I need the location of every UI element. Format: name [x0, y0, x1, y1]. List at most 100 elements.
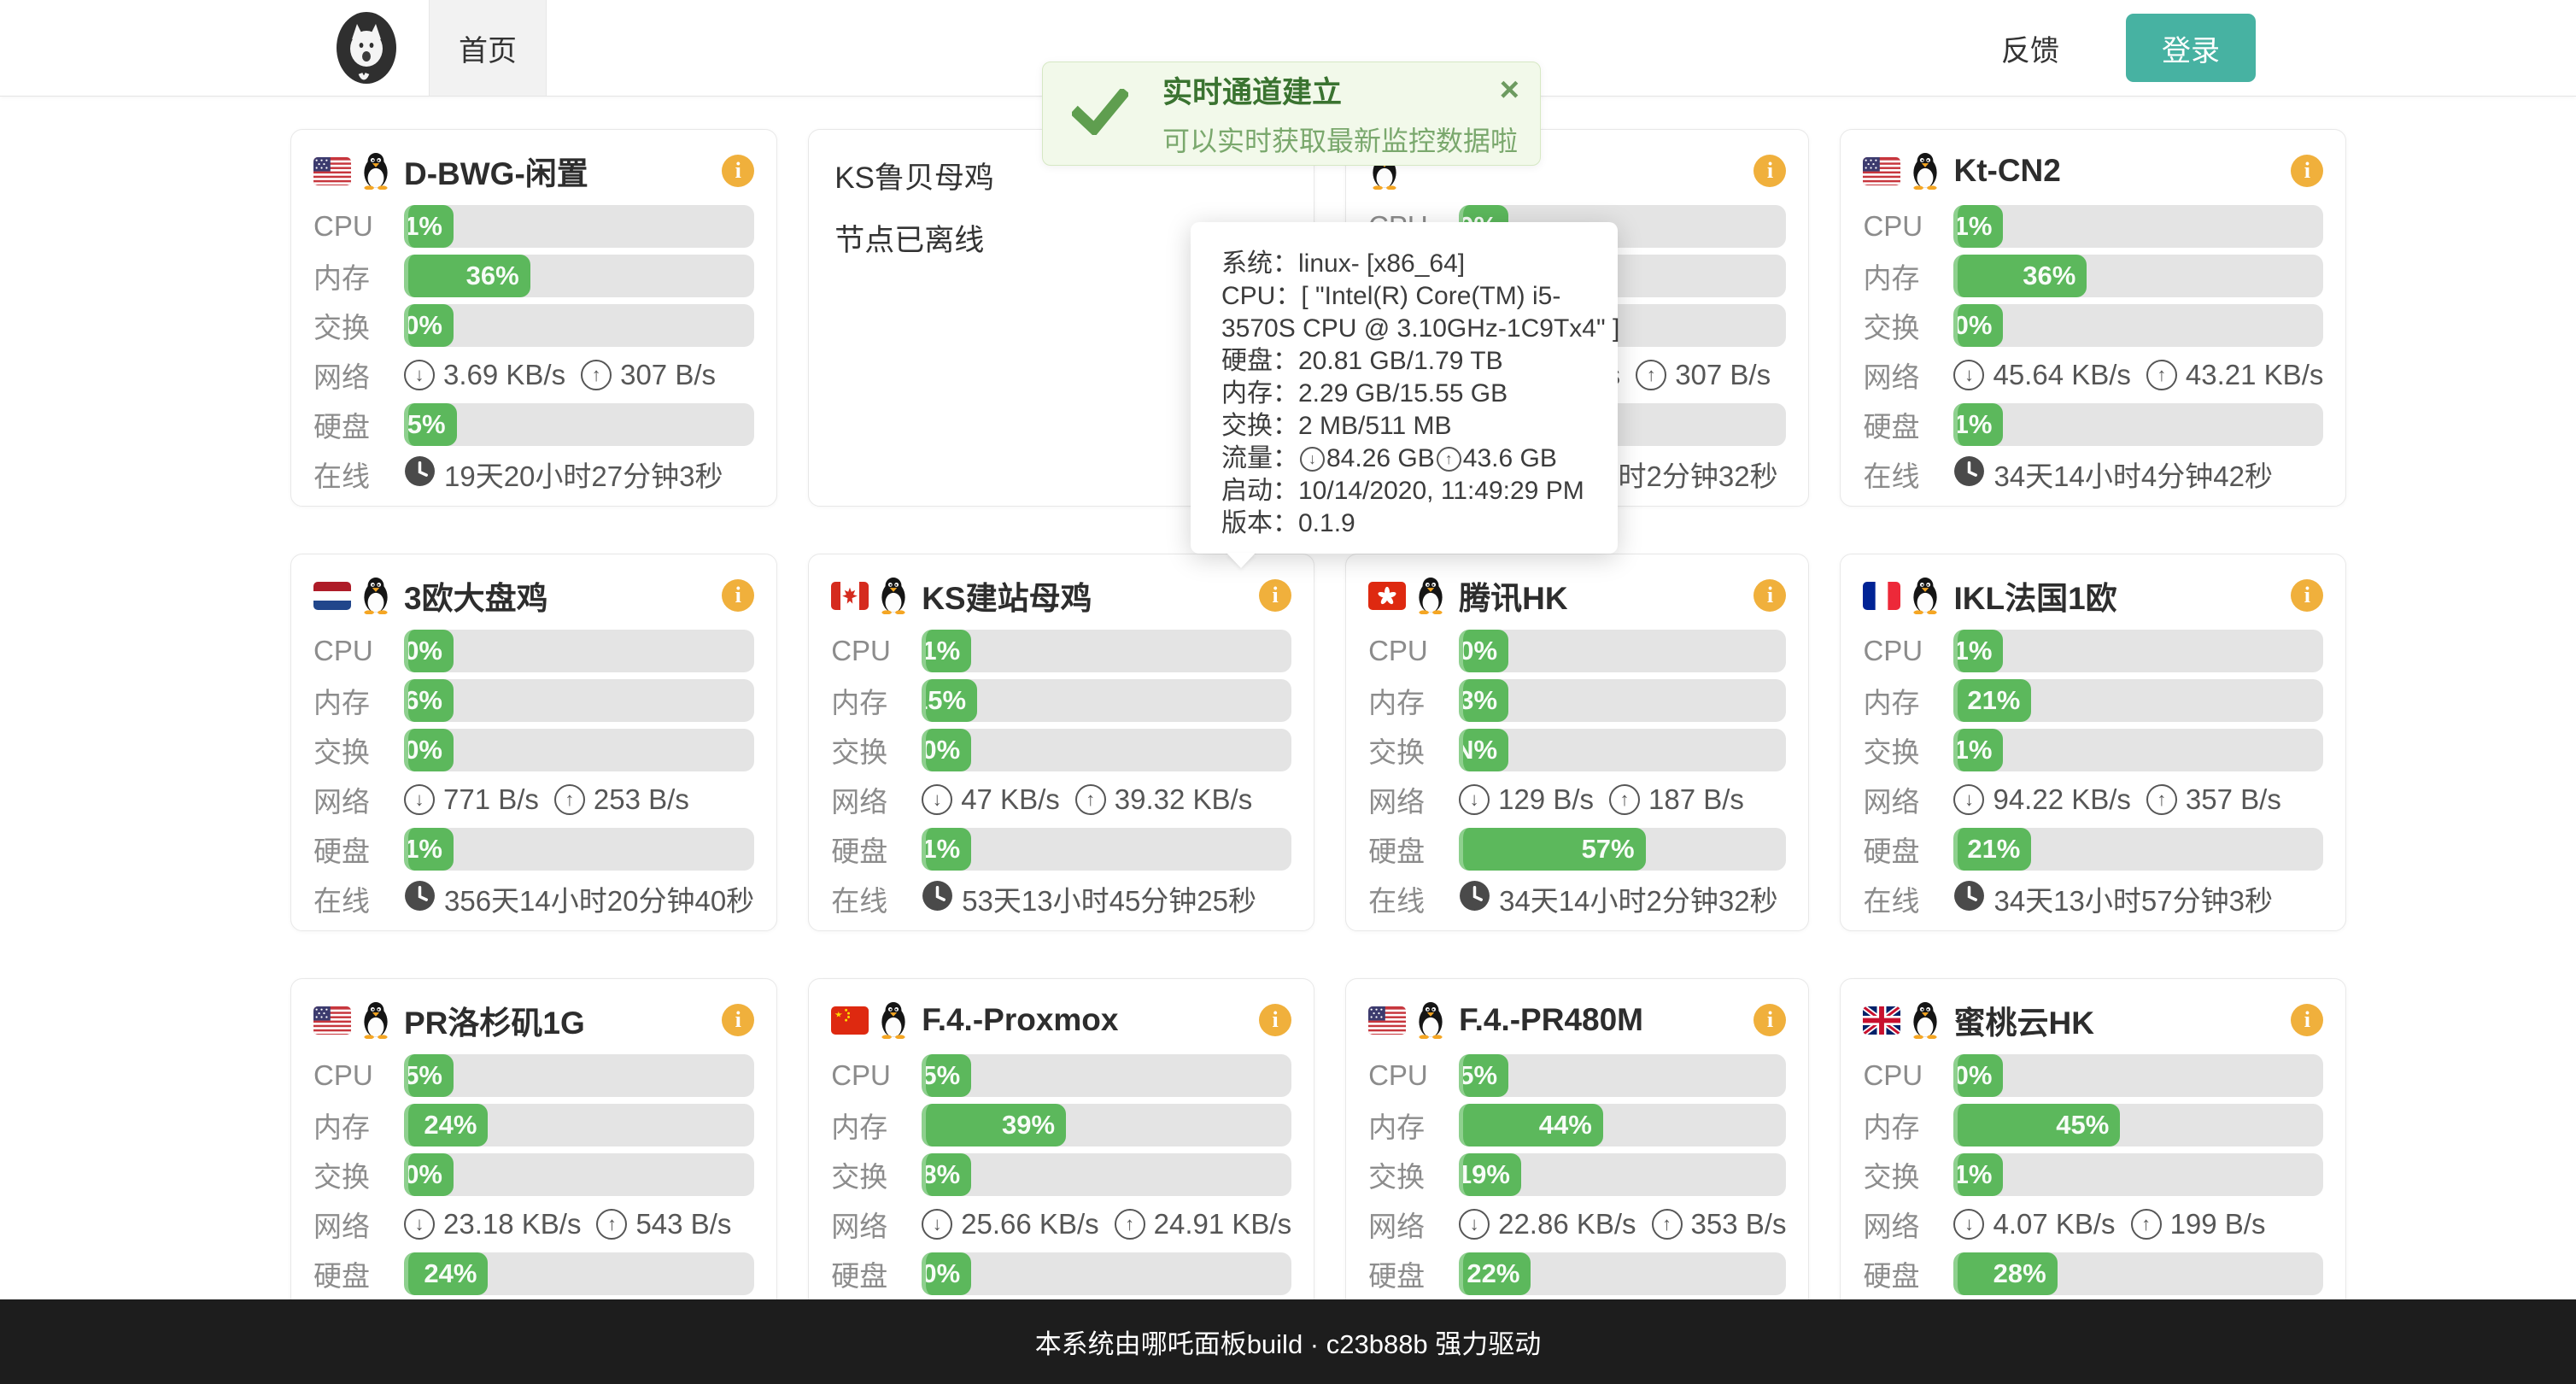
swap-row: 交换0%	[831, 729, 1291, 771]
upload-arrow-icon: ↑	[1437, 447, 1461, 472]
server-card-header: 腾讯HKi	[1368, 572, 1786, 619]
download-speed: 25.66 KB/s	[961, 1208, 1098, 1240]
info-icon[interactable]: i	[1259, 1004, 1291, 1036]
info-icon[interactable]: i	[1753, 155, 1786, 187]
progress-track: 11%	[1953, 403, 2323, 446]
us-flag-icon	[313, 1006, 351, 1035]
progress-track: 1%	[922, 630, 1291, 672]
progress-fill: 1%	[1953, 1153, 2003, 1196]
progress-fill: 10%	[922, 1252, 971, 1295]
info-icon[interactable]: i	[1753, 1004, 1786, 1036]
tooltip-line: 系统：linux- [x86_64]	[1221, 248, 1618, 280]
download-speed: 47 KB/s	[961, 783, 1060, 816]
stat-label: 交换	[313, 305, 404, 346]
progress-track: 45%	[1953, 1104, 2323, 1146]
feedback-link[interactable]: 反馈	[2001, 27, 2059, 69]
clock-icon	[404, 455, 436, 494]
uptime-row: 在线19天20小时27分钟3秒	[313, 453, 754, 496]
stat-label: 网络	[313, 355, 404, 396]
swap-row: 交换0%	[1863, 304, 2323, 347]
download-speed: 771 B/s	[443, 783, 539, 816]
disk-row: 硬盘28%	[1863, 1252, 2323, 1295]
stat-label: 硬盘	[1863, 404, 1953, 445]
cpu-row: CPU0%	[1863, 1054, 2323, 1097]
cpu-row: CPU1%	[831, 630, 1291, 672]
download-arrow-icon: ↓	[1459, 1209, 1490, 1240]
tooltip-value: [ "Intel(R) Core(TM) i5-	[1301, 280, 1560, 313]
stat-label: 内存	[313, 680, 404, 721]
upload-speed: 187 B/s	[1648, 783, 1744, 816]
download-speed: 94.22 KB/s	[1993, 783, 2130, 816]
server-card-header: 3欧大盘鸡i	[313, 572, 754, 619]
disk-row: 硬盘22%	[1368, 1252, 1786, 1295]
uptime-text: 19天20小时27分钟3秒	[444, 454, 723, 495]
cpu-row: CPU1%	[1863, 630, 2323, 672]
info-icon[interactable]: i	[2291, 155, 2323, 187]
progress-track: N%	[1459, 729, 1786, 771]
server-name: F.4.-PR480M	[1459, 1002, 1643, 1038]
upload-arrow-icon: ↑	[2131, 1209, 2162, 1240]
footer-panel-link[interactable]: 哪吒面板	[1141, 1322, 1247, 1361]
stat-label: 内存	[1368, 680, 1459, 721]
info-icon[interactable]: i	[722, 579, 754, 612]
stat-label: CPU	[1863, 635, 1953, 667]
uptime-row: 在线53天13小时45分钟25秒	[831, 877, 1291, 920]
server-name: KS建站母鸡	[922, 572, 1092, 619]
server-card: KS建站母鸡iCPU1%内存15%交换0%网络↓47 KB/s↑39.32 KB…	[808, 554, 1314, 931]
progress-fill: 1%	[1953, 630, 2003, 672]
server-name: D-BWG-闲置	[404, 148, 588, 194]
download-arrow-icon: ↓	[404, 1209, 435, 1240]
tooltip-line: 硬盘：20.81 GB/1.79 TB	[1221, 345, 1618, 378]
tab-home[interactable]: 首页	[429, 0, 547, 96]
progress-track: 36%	[1953, 255, 2323, 297]
tooltip-value: 2 MB/511 MB	[1298, 410, 1452, 443]
stat-label: 硬盘	[313, 404, 404, 445]
uptime-value: 356天14小时20分钟40秒	[404, 878, 754, 919]
info-icon[interactable]: i	[2291, 1004, 2323, 1036]
memory-row: 内存45%	[1863, 1104, 2323, 1146]
info-icon[interactable]: i	[722, 1004, 754, 1036]
tooltip-line: 内存：2.29 GB/15.55 GB	[1221, 378, 1618, 410]
stat-label: 内存	[1863, 255, 1953, 296]
download-arrow-icon: ↓	[922, 1209, 952, 1240]
memory-row: 内存24%	[313, 1104, 754, 1146]
toast-close-icon[interactable]: ×	[1500, 73, 1519, 107]
login-button[interactable]: 登录	[2126, 14, 2256, 82]
stat-label: 交换	[831, 1154, 922, 1195]
uptime-value: 19天20小时27分钟3秒	[404, 454, 723, 495]
network-speeds: ↓94.22 KB/s↑357 B/s	[1953, 783, 2280, 816]
stat-label: 交换	[1863, 730, 1953, 771]
site-logo-cat-avatar-icon[interactable]	[335, 10, 398, 85]
network-speeds: ↓25.66 KB/s↑24.91 KB/s	[922, 1208, 1291, 1240]
uptime-text: 356天14小时20分钟40秒	[444, 878, 754, 919]
info-icon[interactable]: i	[1753, 579, 1786, 612]
progress-track: 1%	[1953, 1153, 2323, 1196]
cpu-row: CPU0%	[313, 630, 754, 672]
network-row: 网络↓129 B/s↑187 B/s	[1368, 778, 1786, 821]
stat-label: 在线	[831, 878, 922, 919]
info-icon[interactable]: i	[1259, 579, 1291, 612]
info-icon[interactable]: i	[2291, 579, 2323, 612]
uptime-row: 在线34天14小时2分钟32秒	[1368, 877, 1786, 920]
progress-track: 1%	[1953, 205, 2323, 248]
swap-row: 交换1%	[1863, 1153, 2323, 1196]
stat-label: 内存	[1368, 1105, 1459, 1146]
upload-speed: 43.21 KB/s	[2186, 359, 2323, 391]
progress-track: 3%	[1459, 679, 1786, 722]
server-name: Kt-CN2	[1953, 153, 2060, 189]
download-arrow-icon: ↓	[1953, 1209, 1984, 1240]
tooltip-label: 流量：	[1221, 443, 1298, 475]
network-row: 网络↓22.86 KB/s↑353 B/s	[1368, 1203, 1786, 1246]
disk-row: 硬盘1%	[313, 828, 754, 871]
server-card: IKL法国1欧iCPU1%内存21%交换1%网络↓94.22 KB/s↑357 …	[1840, 554, 2346, 931]
progress-track: 8%	[922, 1153, 1291, 1196]
uptime-text: 34天14小时4分钟42秒	[1993, 454, 2272, 495]
uptime-value: 34天14小时2分钟32秒	[1459, 878, 1777, 919]
tooltip-line: 交换：2 MB/511 MB	[1221, 410, 1618, 443]
info-icon[interactable]: i	[722, 155, 754, 187]
clock-icon	[1459, 880, 1490, 918]
linux-tux-icon	[1909, 152, 1941, 190]
progress-fill: 1%	[922, 630, 971, 672]
uptime-text: 34天14小时2分钟32秒	[1499, 878, 1777, 919]
memory-row: 内存36%	[313, 255, 754, 297]
